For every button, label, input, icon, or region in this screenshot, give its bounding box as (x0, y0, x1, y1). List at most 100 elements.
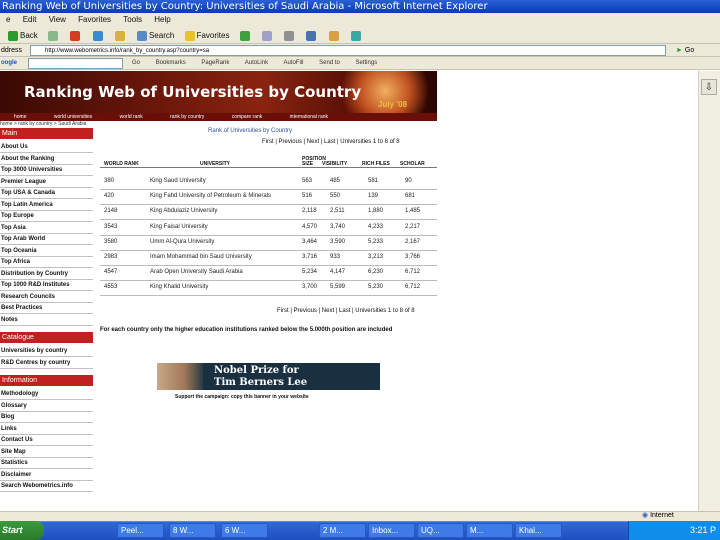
sidebar-item[interactable]: Links (0, 424, 93, 435)
col-world-rank: WORLD RANK (104, 161, 139, 167)
edit-button[interactable] (306, 27, 318, 43)
google-go-button[interactable]: Go (132, 60, 140, 66)
sidebar-item[interactable]: Distribution by Country (0, 269, 93, 280)
google-toolbar-items: Go Bookmarks PageRank AutoLink AutoFill … (132, 57, 391, 70)
refresh-icon (92, 30, 103, 41)
menu-view[interactable]: View (49, 15, 66, 24)
forward-button[interactable] (48, 27, 60, 43)
col-rich-files: RICH FILES (362, 161, 390, 167)
taskbar-button[interactable]: 2 M... (319, 523, 366, 538)
sidebar-item[interactable]: Top 3000 Universities (0, 165, 93, 176)
sidebar-item[interactable]: Best Practices (0, 303, 93, 314)
mail-button[interactable] (261, 27, 274, 43)
sidebar-item[interactable]: About Us (0, 142, 93, 153)
menu-file[interactable]: e (6, 15, 10, 24)
taskbar-button[interactable]: 8 W... (169, 523, 216, 538)
address-input[interactable]: http://www.webometrics.info/rank_by_coun… (30, 45, 666, 56)
nav-world-universities[interactable]: world universities (54, 114, 92, 120)
globe-icon: ◉ (642, 512, 651, 519)
sidebar-item[interactable]: Methodology (0, 389, 93, 400)
search-button[interactable]: Search (136, 27, 175, 43)
cell-rich: 5,230 (368, 284, 384, 291)
stop-button[interactable] (70, 27, 82, 43)
vertical-scrollbar[interactable] (698, 71, 720, 521)
col-size: SIZE (302, 161, 314, 167)
google-bookmarks-button[interactable]: Bookmarks (156, 60, 186, 66)
sidebar-item[interactable]: Top Latin America (0, 200, 93, 211)
banner-date: July '08 (378, 100, 408, 109)
sidebar-item[interactable]: Statistics (0, 458, 93, 469)
table-row: 4553 King Khalid University 3,700 5,599 5,23… (100, 279, 437, 297)
refresh-button[interactable] (92, 27, 105, 43)
taskbar-button[interactable]: 6 W... (221, 523, 268, 538)
sidebar-item[interactable]: Research Councils (0, 292, 93, 303)
menu-tools[interactable]: Tools (123, 15, 142, 24)
sidebar-item[interactable]: Contact Us (0, 435, 93, 446)
cell-scholar: 6,712 (405, 284, 421, 291)
favorites-button[interactable]: Favorites (184, 27, 230, 43)
site-nav: home world universities world rank rank … (0, 113, 437, 121)
sidebar-item[interactable]: Universities by country (0, 346, 93, 357)
sidebar-item[interactable]: Premier League (0, 177, 93, 188)
sidebar-item[interactable]: Top Asia (0, 223, 93, 234)
sidebar-item[interactable]: Glossary (0, 401, 93, 412)
sidebar-item[interactable]: About the Ranking (0, 154, 93, 165)
home-button[interactable] (114, 27, 127, 43)
nav-international-rank[interactable]: international rank (290, 114, 328, 120)
google-search-input[interactable] (28, 58, 123, 69)
taskbar-button[interactable]: Khal... (515, 523, 562, 538)
taskbar-button[interactable]: Peel... (117, 523, 164, 538)
sidebar: Main About Us About the Ranking Top 3000 Un… (0, 128, 93, 521)
search-label: Search (148, 31, 175, 40)
pager-top[interactable]: First | Previous | Next | Last | Univers… (262, 139, 400, 145)
google-settings-button[interactable]: Settings (356, 60, 378, 66)
start-button[interactable]: Start (0, 521, 44, 540)
star-icon (184, 30, 195, 41)
sidebar-item[interactable]: R&D Centres by country (0, 358, 93, 369)
sidebar-item[interactable]: Disclaimer (0, 470, 93, 481)
favorites-label: Favorites (196, 31, 230, 40)
sidebar-item[interactable]: Search Webometrics.info (0, 481, 93, 492)
print-button[interactable] (284, 27, 296, 43)
nav-rank-by-country[interactable]: rank by country (170, 114, 204, 120)
banner-title: Ranking Web of Universities by Country (24, 83, 362, 101)
sidebar-item[interactable]: Top 1000 R&D Institutes (0, 280, 93, 291)
google-autofill-button[interactable]: AutoFill (283, 60, 303, 66)
sidebar-item[interactable]: Top Africa (0, 257, 93, 268)
taskbar-button[interactable]: Inbox... (368, 523, 415, 538)
forward-arrow-icon (48, 30, 59, 41)
taskbar-button[interactable]: UQ... (417, 523, 464, 538)
cell-name[interactable]: King Khalid University (150, 279, 300, 296)
nav-compare-rank[interactable]: compare rank (232, 114, 263, 120)
sidebar-item[interactable]: Top Arab World (0, 234, 93, 245)
nav-home[interactable]: home (14, 114, 27, 120)
nav-world-rank[interactable]: world rank (120, 114, 143, 120)
cell-visibility: 5,599 (330, 284, 346, 291)
sidebar-item[interactable]: Site Map (0, 447, 93, 458)
sidebar-item[interactable]: Notes (0, 315, 93, 326)
taskbar-button[interactable]: M... (466, 523, 513, 538)
col-scholar: SCHOLAR (400, 161, 425, 167)
back-button[interactable]: Back (8, 27, 38, 43)
google-sendto-button[interactable]: Send to (319, 60, 340, 66)
scroll-down-icon[interactable]: ⇩ (701, 79, 717, 95)
toolbar: Back Search Favorites (0, 27, 720, 44)
stop-icon (70, 30, 81, 41)
go-label: Go (684, 47, 695, 54)
sidebar-item[interactable]: Top Oceania (0, 246, 93, 257)
menu-favorites[interactable]: Favorites (78, 15, 111, 24)
sidebar-item[interactable]: Top USA & Canada (0, 188, 93, 199)
pager-bottom[interactable]: First | Previous | Next | Last | Univers… (277, 308, 415, 314)
sidebar-item[interactable]: Blog (0, 412, 93, 423)
print-icon (284, 30, 295, 41)
menu-help[interactable]: Help (154, 15, 170, 24)
media-button[interactable] (239, 27, 252, 43)
google-pagerank-button[interactable]: PageRank (201, 60, 229, 66)
discuss-button[interactable] (328, 27, 341, 43)
google-autolink-button[interactable]: AutoLink (245, 60, 268, 66)
go-button[interactable]: ► Go (670, 44, 720, 57)
search-icon (136, 30, 147, 41)
sidebar-item[interactable]: Top Europe (0, 211, 93, 222)
menu-edit[interactable]: Edit (23, 15, 37, 24)
messenger-button[interactable] (350, 27, 363, 43)
